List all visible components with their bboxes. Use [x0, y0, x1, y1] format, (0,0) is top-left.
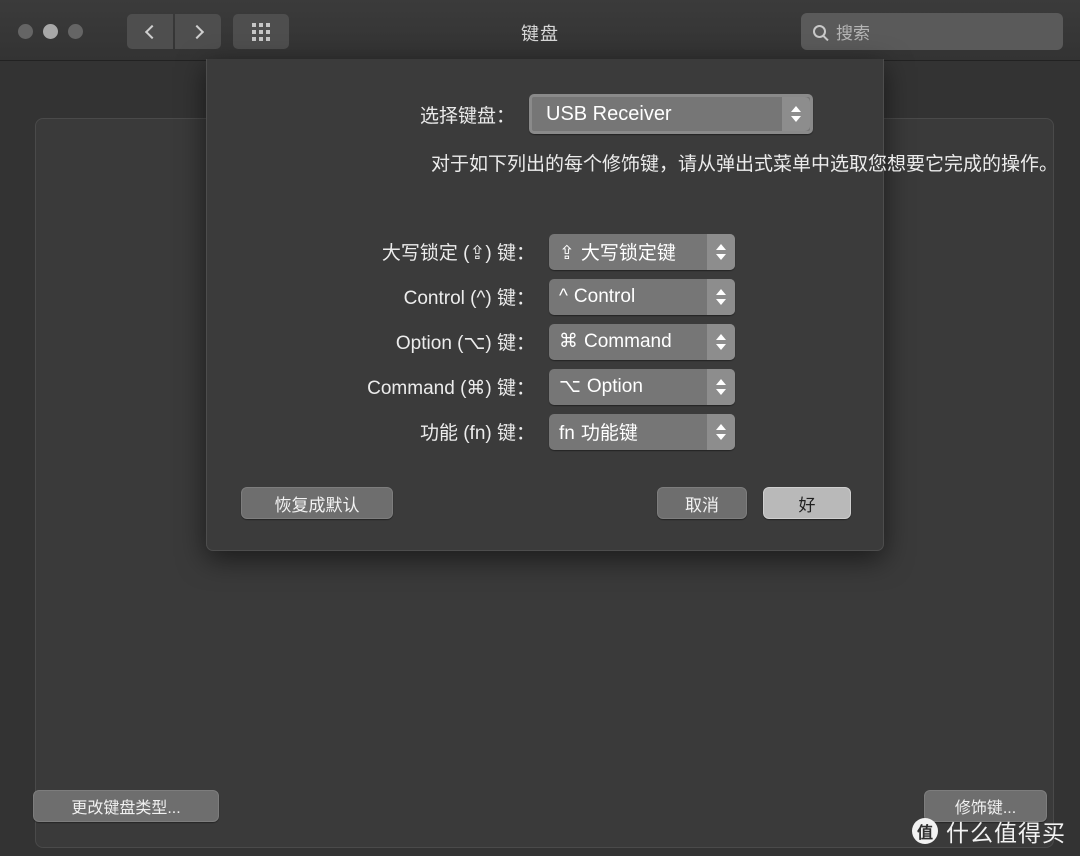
ok-button[interactable]: 好 [763, 487, 851, 519]
chevron-updown-icon [707, 323, 735, 360]
chevron-updown-icon [707, 368, 735, 405]
modifier-select-option[interactable]: ⌘ Command [549, 323, 735, 360]
modifier-select-fn[interactable]: fn 功能键 [549, 413, 735, 450]
modifier-select-control[interactable]: ^ Control [549, 278, 735, 315]
control-glyph-icon: ^ [559, 285, 568, 307]
modifier-keys-sheet: 选择键盘： USB Receiver 对于如下列出的每个修饰键，请从弹出式菜单中… [206, 59, 1058, 551]
select-keyboard-label: 选择键盘： [419, 105, 515, 127]
modifier-row-fn: 功能 (fn) 键： fn 功能键 [207, 409, 883, 454]
search-field[interactable]: 搜索 [801, 13, 1063, 50]
window-titlebar: 键盘 搜索 [0, 0, 1080, 61]
modifier-select-capslock-value: ⇪ 大写锁定键 [549, 238, 707, 265]
modifier-select-option-value: ⌘ Command [549, 330, 707, 353]
modifier-select-capslock[interactable]: ⇪ 大写锁定键 [549, 233, 735, 270]
modifier-select-control-text: Control [573, 285, 636, 307]
chevron-updown-icon [707, 278, 735, 315]
modifier-select-fn-text: 功能键 [580, 423, 638, 444]
modifier-select-command-text: Option [586, 376, 643, 397]
fn-glyph-icon: fn [559, 423, 575, 444]
modifier-select-command[interactable]: ⌥ Option [549, 368, 735, 405]
search-icon [813, 25, 826, 38]
restore-defaults-button[interactable]: 恢复成默认 [241, 487, 393, 519]
option-glyph-icon: ⌥ [559, 376, 581, 397]
change-keyboard-type-button[interactable]: 更改键盘类型... [33, 790, 219, 822]
preferences-window: 键盘 搜索 更改键盘类型... 修饰键... 值 什么值得买 选择键盘： USB… [0, 0, 1080, 856]
modifier-row-control: Control (^) 键： ^ Control [207, 274, 883, 319]
modifier-select-control-value: ^ Control [549, 286, 707, 308]
cancel-button[interactable]: 取消 [657, 487, 747, 519]
modifier-select-fn-value: fn 功能键 [549, 418, 707, 445]
modifier-label-capslock: 大写锁定 (⇪) 键： [381, 243, 535, 264]
chevron-updown-icon [707, 233, 735, 270]
command-glyph-icon: ⌘ [559, 331, 578, 352]
modifier-select-command-value: ⌥ Option [549, 375, 707, 398]
keyboard-select-value: USB Receiver [546, 102, 672, 125]
modifier-select-option-text: Command [584, 331, 672, 352]
search-placeholder: 搜索 [836, 24, 870, 43]
sheet-description: 对于如下列出的每个修饰键，请从弹出式菜单中选取您想要它完成的操作。 [431, 154, 1059, 175]
keyboard-select[interactable]: USB Receiver [529, 94, 813, 134]
modifier-key-list: 大写锁定 (⇪) 键： ⇪ 大写锁定键 Control (^) 键： ^ Contr… [207, 229, 883, 454]
chevron-updown-icon [782, 97, 810, 131]
caps-lock-glyph-icon: ⇪ [559, 243, 575, 264]
chevron-updown-icon [707, 413, 735, 450]
modifier-label-control: Control (^) 键： [403, 288, 535, 309]
modifier-row-command: Command (⌘) 键： ⌥ Option [207, 364, 883, 409]
modifier-select-capslock-text: 大写锁定键 [580, 243, 676, 264]
modifier-label-option: Option (⌥) 键： [395, 333, 535, 354]
select-keyboard-row: 选择键盘： USB Receiver [207, 94, 883, 134]
modifier-label-fn: 功能 (fn) 键： [419, 423, 535, 444]
modifier-row-option: Option (⌥) 键： ⌘ Command [207, 319, 883, 364]
modifier-keys-button[interactable]: 修饰键... [924, 790, 1047, 822]
modifier-label-command: Command (⌘) 键： [367, 378, 535, 399]
modifier-row-capslock: 大写锁定 (⇪) 键： ⇪ 大写锁定键 [207, 229, 883, 274]
panel-bottom-bar: 更改键盘类型... 修饰键... [0, 761, 1080, 856]
